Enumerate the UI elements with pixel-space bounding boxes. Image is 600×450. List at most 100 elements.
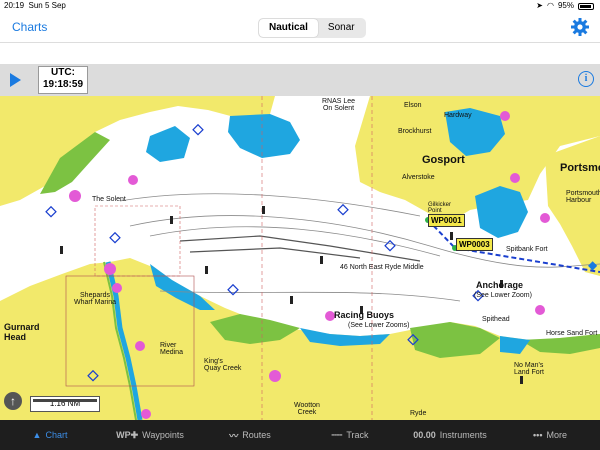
scale-bar: 1.16 NM xyxy=(30,396,100,412)
label-portsmouth: Portsmou xyxy=(560,162,600,174)
tab-label: Waypoints xyxy=(142,430,184,440)
tab-chart[interactable]: ▲ Chart xyxy=(0,420,100,450)
label-alverstoke: Alverstoke xyxy=(402,174,435,181)
contour-5 xyxy=(179,235,421,262)
tab-routes[interactable]: 〰 Routes xyxy=(200,420,300,450)
buoy-marker xyxy=(135,341,145,351)
beacon-mark xyxy=(170,216,173,224)
contour-6 xyxy=(189,247,361,259)
waypoint-icon: WP✚ xyxy=(116,429,139,440)
tab-label: More xyxy=(546,430,567,440)
routes-icon: 〰 xyxy=(229,430,239,441)
land-mainland-west xyxy=(0,96,275,206)
nautical-chart-map[interactable]: RNAS Lee On Solent Elson Hardway Brockhu… xyxy=(0,96,600,420)
label-racing-buoys: Racing Buoys xyxy=(334,310,395,320)
beacon-mark xyxy=(320,256,323,264)
buoy-marker xyxy=(269,370,281,382)
buoy-marker xyxy=(500,111,510,121)
navigation-bar: Charts Nautical Sonar xyxy=(0,12,600,43)
gear-icon[interactable] xyxy=(570,17,590,37)
label-the-solent: The Solent xyxy=(92,196,126,203)
utc-clock: UTC: 19:18:59 xyxy=(38,66,88,94)
label-shepards-wharf: Shepards Wharf Marina xyxy=(74,292,117,306)
location-icon: ➤ xyxy=(536,1,543,10)
beacon-mark xyxy=(205,266,208,274)
tab-waypoints[interactable]: WP✚ Waypoints xyxy=(100,420,200,450)
tab-more[interactable]: ••• More xyxy=(500,420,600,450)
buoy-marker xyxy=(510,173,520,183)
label-gosport: Gosport xyxy=(422,154,465,166)
label-no-mans-land: No Man's Land Fort xyxy=(514,362,544,376)
label-ryde-middle: 46 North East Ryde Middle xyxy=(340,264,424,271)
status-bar: 20:19 Sun 5 Sep ➤ ◠ 95% xyxy=(0,0,600,12)
land-portsmouth xyxy=(545,136,600,276)
tab-label: Instruments xyxy=(439,430,487,440)
label-racing-buoys-sub: (See Lower Zooms) xyxy=(348,322,410,329)
utc-time: 19:18:59 xyxy=(42,79,84,90)
diamond-mark xyxy=(384,239,396,252)
diamond-mark xyxy=(109,231,121,244)
diamond-mark xyxy=(192,123,204,136)
label-gurnard-head: Gurnard Head xyxy=(4,322,40,342)
status-right: ➤ ◠ 95% xyxy=(536,0,594,12)
mode-segmented-control: Nautical Sonar xyxy=(258,18,366,38)
beacon-mark xyxy=(290,296,293,304)
bottom-tab-bar: ▲ Chart WP✚ Waypoints 〰 Routes ╌╌ Track 00.00 Ins… xyxy=(0,420,600,450)
shallow-solent-west xyxy=(146,126,190,162)
wifi-icon: ◠ xyxy=(547,1,554,10)
diamond-mark xyxy=(337,203,349,216)
battery-percent: 95% xyxy=(557,1,574,10)
buoy-marker xyxy=(141,409,151,419)
utc-label: UTC: xyxy=(51,67,75,78)
waypoint-wp0003[interactable]: WP0003 xyxy=(456,238,493,251)
label-river-medina: River Medina xyxy=(160,342,183,356)
label-portsmouth-harbour: Portsmouth Harbour xyxy=(566,190,600,204)
label-hardway: Hardway xyxy=(444,112,472,119)
charts-back-button[interactable]: Charts xyxy=(12,20,47,34)
more-icon: ••• xyxy=(533,430,543,440)
battery-icon xyxy=(578,2,594,10)
segment-sonar[interactable]: Sonar xyxy=(318,19,365,37)
label-wootton-creek: Wootton Creek xyxy=(294,402,320,416)
shallow-lee xyxy=(228,114,300,158)
label-gilkicker-point: Gilkicker Point xyxy=(428,202,452,214)
instruments-icon: 00.00 xyxy=(413,430,436,440)
beacon-mark xyxy=(262,206,265,214)
label-anchorage-sub: (See Lower Zoom) xyxy=(474,292,532,299)
tab-label: Routes xyxy=(242,430,271,440)
label-kings-quay: King's Quay Creek xyxy=(204,358,242,372)
beacon-mark xyxy=(520,376,523,384)
north-up-icon[interactable]: ↑ xyxy=(4,392,22,410)
diamond-mark xyxy=(45,205,57,218)
status-date: Sun 5 Sep xyxy=(28,1,66,10)
waypoint-wp0001[interactable]: WP0001 xyxy=(428,214,465,227)
buoy-marker xyxy=(104,263,116,275)
tab-label: Chart xyxy=(45,430,68,440)
beacon-mark xyxy=(60,246,63,254)
label-rnas-lee: RNAS Lee On Solent xyxy=(322,98,356,112)
track-icon: ╌╌ xyxy=(331,429,343,440)
side-panel-arrow-icon[interactable]: ◆ xyxy=(588,258,598,272)
buoy-marker xyxy=(540,213,550,223)
info-icon[interactable]: i xyxy=(578,71,594,87)
label-horse-sand-fort: Horse Sand Fort xyxy=(546,330,598,337)
label-ryde: Ryde xyxy=(410,410,427,417)
buoy-marker xyxy=(69,190,81,202)
label-spitbank-fort: Spitbank Fort xyxy=(506,246,548,253)
tab-instruments[interactable]: 00.00 Instruments xyxy=(400,420,500,450)
chart-toolbar: UTC: 19:18:59 i xyxy=(0,64,600,96)
label-spithead: Spithead xyxy=(482,316,510,323)
tab-label: Track xyxy=(346,430,369,440)
status-time: 20:19 xyxy=(4,1,25,10)
shallow-harbour xyxy=(475,186,528,238)
buoy-marker xyxy=(535,305,545,315)
tab-track[interactable]: ╌╌ Track xyxy=(300,420,400,450)
status-time-date: 20:19 Sun 5 Sep xyxy=(4,0,66,12)
chart-icon: ▲ xyxy=(32,430,42,440)
label-anchorage: Anchorage xyxy=(476,280,524,290)
segment-nautical[interactable]: Nautical xyxy=(259,19,318,37)
play-icon[interactable] xyxy=(10,73,21,87)
buoy-marker xyxy=(128,175,138,185)
label-elson: Elson xyxy=(404,102,422,109)
contour-3 xyxy=(119,193,421,217)
